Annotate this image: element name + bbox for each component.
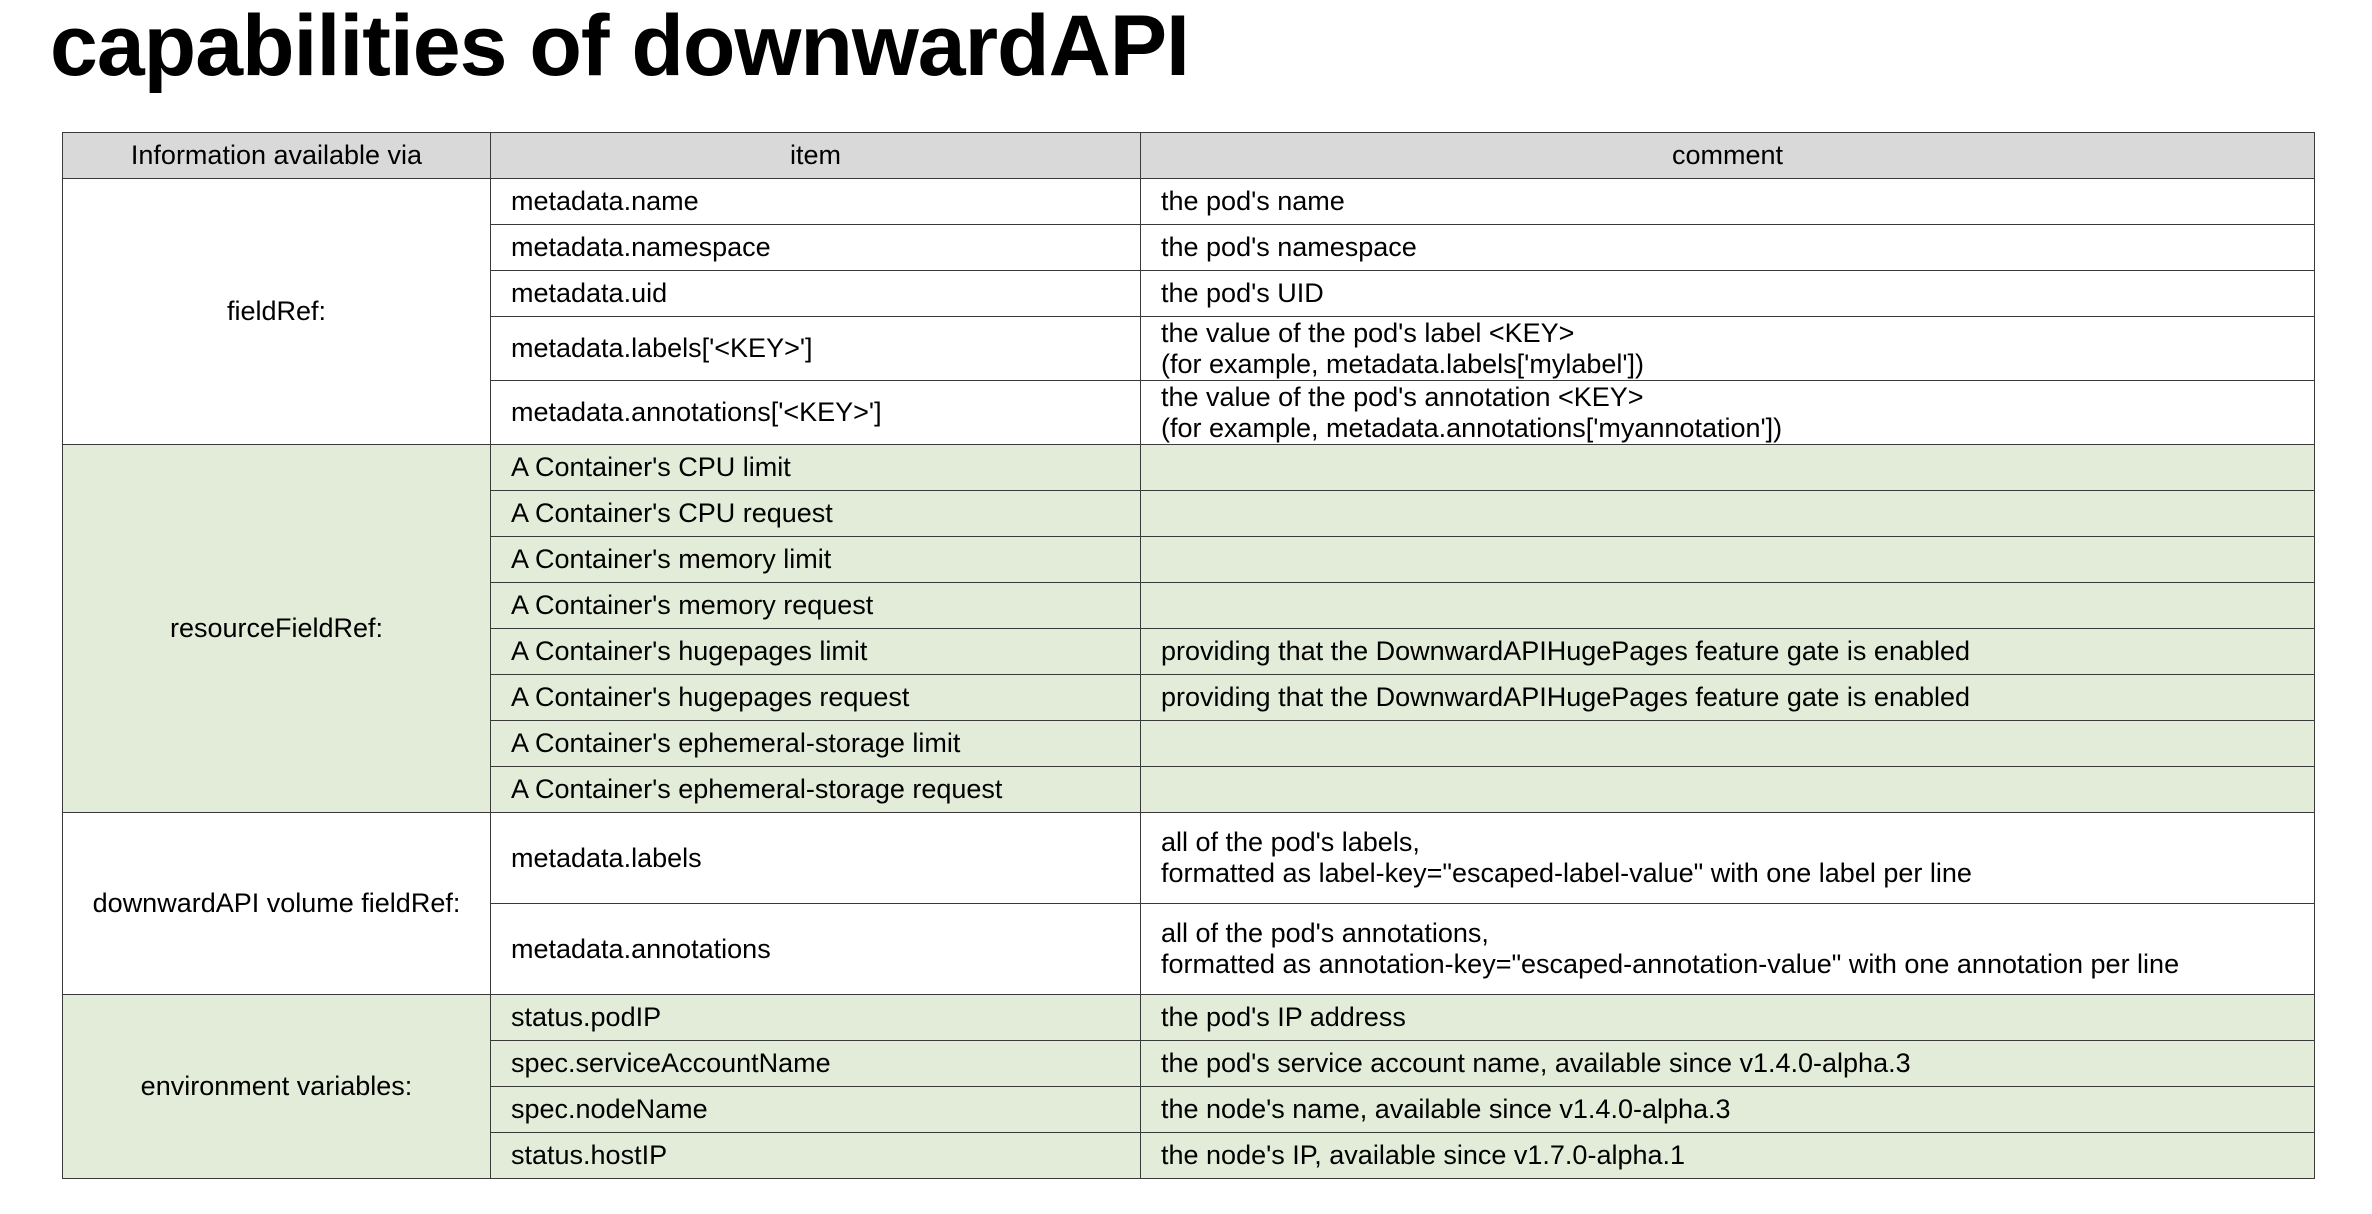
item-cell: A Container's memory request xyxy=(490,582,1141,629)
comment-cell: the value of the pod's annotation <KEY>(… xyxy=(1140,380,2315,445)
comment-line: the value of the pod's annotation <KEY> xyxy=(1161,381,1644,412)
comment-cell xyxy=(1140,490,2315,537)
item-cell: metadata.annotations xyxy=(490,903,1141,995)
comment-line: providing that the DownwardAPIHugePages … xyxy=(1161,636,1971,666)
comment-line: the pod's service account name, availabl… xyxy=(1161,1048,1911,1078)
comment-line: the pod's UID xyxy=(1161,278,1324,308)
table-row: environment variables: status.podIP the po… xyxy=(62,994,2315,1179)
comment-cell: all of the pod's labels, formatted as lab… xyxy=(1140,812,2315,904)
header-item: item xyxy=(490,132,1141,179)
table-row: downwardAPI volume fieldRef: metadata.lab… xyxy=(62,812,2315,995)
table-row: fieldRef: metadata.name the pod's name xyxy=(62,178,2315,445)
comment-cell: the pod's name xyxy=(1140,178,2315,225)
comment-line: the value of the pod's label <KEY> xyxy=(1161,317,1575,348)
comment-line: all of the pod's annotations, xyxy=(1161,918,1489,948)
table-body: fieldRef: metadata.name the pod's name meta… xyxy=(62,178,2315,1179)
comment-line: providing that the DownwardAPIHugePages … xyxy=(1161,682,1971,712)
item-cell: A Container's CPU request xyxy=(490,490,1141,537)
comment-cell xyxy=(1140,582,2315,629)
comment-line: (for example, metadata.annotations['myan… xyxy=(1161,412,1783,443)
table-row: resourceFieldRef: A Container's CPU limit xyxy=(62,444,2315,813)
comment-line: formatted as annotation-key="escaped-ann… xyxy=(1161,949,2180,979)
item-cell: status.hostIP xyxy=(490,1132,1141,1179)
comment-line: the pod's name xyxy=(1161,186,1345,216)
group-label-environment-variables: environment variables: xyxy=(62,994,491,1179)
item-cell: A Container's ephemeral-storage request xyxy=(490,766,1141,813)
item-cell: spec.serviceAccountName xyxy=(490,1040,1141,1087)
item-cell: metadata.uid xyxy=(490,270,1141,317)
item-cell: metadata.labels['<KEY>'] xyxy=(490,316,1141,381)
comment-cell: the node's IP, available since v1.7.0-al… xyxy=(1140,1132,2315,1179)
comment-cell: the pod's IP address xyxy=(1140,994,2315,1041)
comment-cell: all of the pod's annotations, formatted a… xyxy=(1140,903,2315,995)
item-cell: metadata.labels xyxy=(490,812,1141,904)
comment-cell: providing that the DownwardAPIHugePages … xyxy=(1140,674,2315,721)
item-cell: A Container's ephemeral-storage limit xyxy=(490,720,1141,767)
item-cell: A Container's memory limit xyxy=(490,536,1141,583)
comment-line: the pod's IP address xyxy=(1161,1002,1406,1032)
comment-cell: the node's name, available since v1.4.0-… xyxy=(1140,1086,2315,1133)
comment-cell: the pod's UID xyxy=(1140,270,2315,317)
comment-cell: the pod's service account name, availabl… xyxy=(1140,1040,2315,1087)
comment-cell: providing that the DownwardAPIHugePages … xyxy=(1140,628,2315,675)
item-cell: A Container's CPU limit xyxy=(490,444,1141,491)
comment-line: (for example, metadata.labels['mylabel']… xyxy=(1161,348,1645,379)
comment-cell xyxy=(1140,766,2315,813)
capabilities-table: Information available via item comment f… xyxy=(62,132,2315,1179)
item-cell: status.podIP xyxy=(490,994,1141,1041)
item-cell: metadata.name xyxy=(490,178,1141,225)
comment-line: the node's IP, available since v1.7.0-al… xyxy=(1161,1140,1686,1170)
header-comment: comment xyxy=(1140,132,2315,179)
group-label-fieldref: fieldRef: xyxy=(62,178,491,445)
header-information-available-via: Information available via xyxy=(62,132,491,179)
page-title: capabilities of downwardAPI xyxy=(50,0,1190,94)
table-header-row: Information available via item comment xyxy=(62,132,2315,179)
comment-line: the pod's namespace xyxy=(1161,232,1417,262)
item-cell: A Container's hugepages limit xyxy=(490,628,1141,675)
item-cell: A Container's hugepages request xyxy=(490,674,1141,721)
comment-line: the node's name, available since v1.4.0-… xyxy=(1161,1094,1731,1124)
comment-cell: the value of the pod's label <KEY> (for e… xyxy=(1140,316,2315,381)
comment-line: all of the pod's labels, xyxy=(1161,827,1420,857)
item-cell: spec.nodeName xyxy=(490,1086,1141,1133)
item-cell: metadata.namespace xyxy=(490,224,1141,271)
group-label-downwardapi-volume-fieldref: downwardAPI volume fieldRef: xyxy=(62,812,491,995)
group-label-resourcefieldref: resourceFieldRef: xyxy=(62,444,491,813)
item-cell: metadata.annotations['<KEY>'] xyxy=(490,380,1141,445)
comment-line: formatted as label-key="escaped-label-va… xyxy=(1161,858,1972,888)
comment-cell xyxy=(1140,720,2315,767)
comment-cell xyxy=(1140,444,2315,491)
comment-cell xyxy=(1140,536,2315,583)
comment-cell: the pod's namespace xyxy=(1140,224,2315,271)
